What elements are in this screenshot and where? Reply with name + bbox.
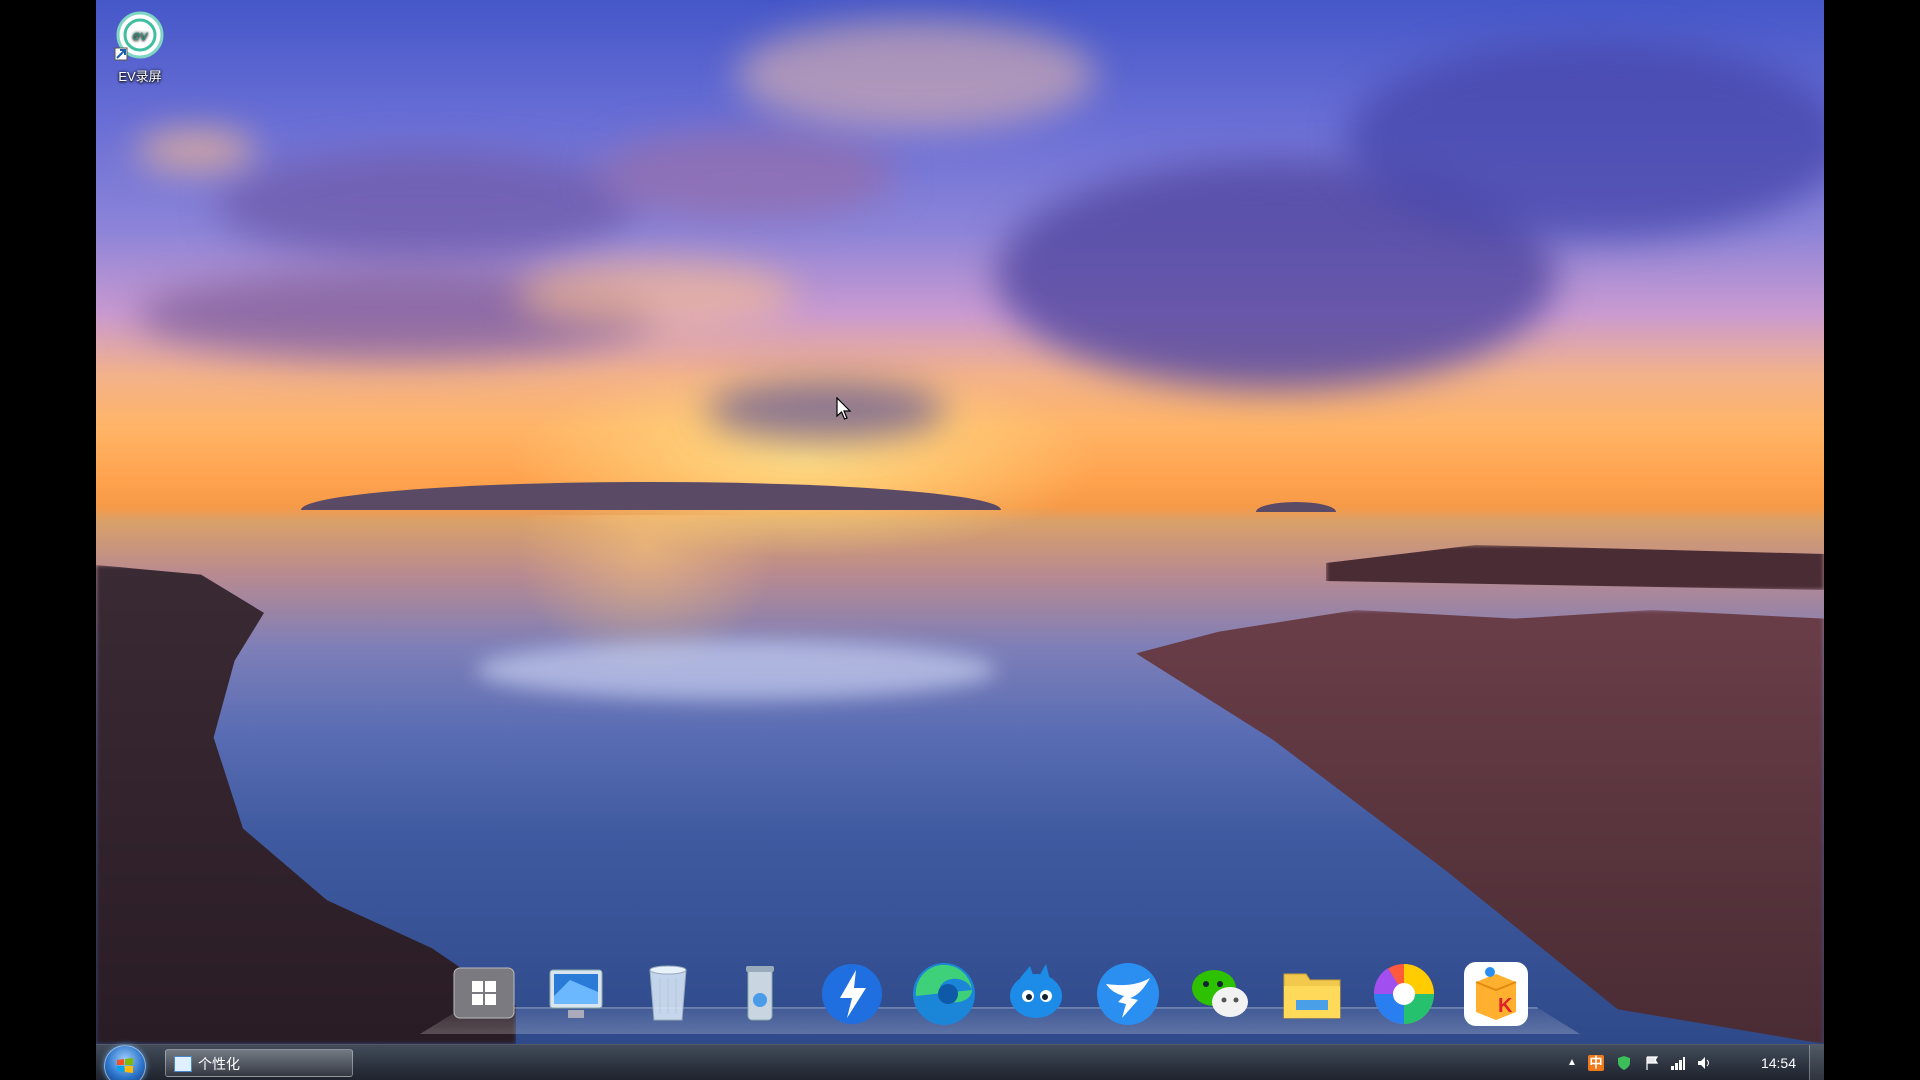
start-button[interactable] [104,1045,146,1080]
dock-windows-start[interactable] [448,956,520,1028]
network-signal-icon[interactable] [1670,1055,1686,1071]
personalization-icon [174,1056,192,1072]
cloud [216,150,636,260]
wechat-icon [1192,970,1248,1017]
dock-dingtalk[interactable] [1092,956,1164,1028]
clock[interactable]: 14:54 [1761,1045,1796,1080]
island [301,482,1001,510]
thunder-icon [822,964,882,1024]
windows-flag-icon [117,1058,133,1073]
action-center-flag-icon[interactable] [1644,1055,1660,1071]
color-wheel-app-icon [1373,964,1434,1024]
dock-computer[interactable] [540,956,612,1028]
cloud [1346,40,1824,240]
dock-thunder[interactable] [816,956,888,1028]
dock: K [420,946,1580,1042]
taskbar: 个性化 ▲ 中 14:54 [96,1044,1824,1080]
desktop-icon-label: EV录屏 [118,69,162,84]
island [1256,502,1336,512]
cloud [736,20,1096,130]
cloud [136,130,256,170]
show-hidden-icons-arrow-icon[interactable]: ▲ [1564,1055,1580,1071]
dock-recycle-bin[interactable] [632,956,704,1028]
far-rocks [1326,545,1824,590]
recycle-bin-icon [649,965,687,1021]
taskbar-window-label: 个性化 [198,1056,240,1072]
dock-kuaizip[interactable]: K [1460,956,1532,1028]
dock-bird-app[interactable] [1000,956,1072,1028]
cloud [706,380,946,440]
screen: ev EV录屏 K 个性化 ▲ 中 14:54 [0,0,1920,1080]
system-tray: ▲ 中 14:54 [1564,1045,1824,1080]
dingtalk-icon [1097,963,1159,1025]
dock-wechat[interactable] [1184,956,1256,1028]
show-desktop-button[interactable] [1809,1045,1824,1080]
computer-icon [549,969,603,1018]
security-shield-icon[interactable] [1616,1055,1632,1071]
desktop-wallpaper[interactable] [96,0,1824,1044]
desktop-icon-ev-recorder[interactable]: ev EV录屏 [103,8,177,85]
cloud [596,130,896,220]
wave [476,640,996,700]
svg-text:ev: ev [133,27,149,43]
bird-app-icon [1010,964,1062,1018]
volume-icon[interactable] [1696,1055,1712,1071]
ime-indicator[interactable]: 中 [1588,1055,1604,1071]
mouse-cursor-icon [836,397,852,420]
edge-browser-icon [913,963,975,1025]
dock-file-explorer[interactable] [1276,956,1348,1028]
file-explorer-icon [1283,973,1341,1019]
taskbar-window-personalization[interactable]: 个性化 [165,1049,353,1077]
cloud [516,260,796,330]
ev-recorder-icon: ev [113,8,167,62]
kuaizip-icon: K [1464,962,1528,1026]
dock-color-wheel-app[interactable] [1368,956,1440,1028]
svg-text:K: K [1498,995,1513,1017]
dock-edge-browser[interactable] [908,956,980,1028]
trash-can-icon [746,966,774,1021]
windows-start-icon [453,967,515,1019]
dock-trash-can[interactable] [724,956,796,1028]
